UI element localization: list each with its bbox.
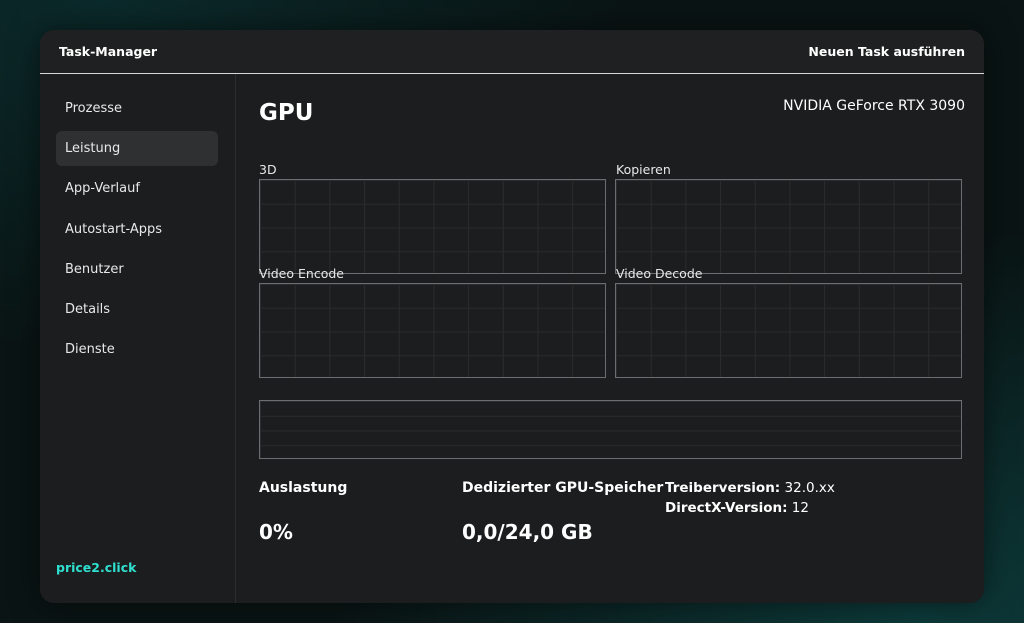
driver-version: Treiberversion: 32.0.xx [665,480,835,496]
graph-label-kopieren: Kopieren [616,162,671,177]
graph-label-3d: 3D [259,162,277,177]
page-title: GPU [259,100,314,126]
memory-value: 0,0/24,0 GB [462,520,593,544]
sidebar-item-app-verlauf[interactable]: App-Verlauf [56,171,218,206]
driver-version-value: 32.0.xx [780,480,835,496]
graph-kopieren [615,179,962,274]
sidebar-item-dienste[interactable]: Dienste [56,332,218,367]
graph-label-video-decode: Video Decode [616,266,703,281]
sidebar: Prozesse Leistung App-Verlauf Autostart-… [40,74,236,603]
performance-panel: GPU NVIDIA GeForce RTX 3090 3D Kopieren … [236,74,984,603]
utilization-value: 0% [259,520,293,544]
sidebar-item-leistung[interactable]: Leistung [56,131,218,166]
sidebar-item-details[interactable]: Details [56,292,218,327]
directx-version-value: 12 [787,500,809,516]
brand-label: price2.click [56,560,137,575]
utilization-label: Auslastung [259,480,348,496]
title-bar: Task-Manager Neuen Task ausführen [40,30,984,74]
sidebar-item-benutzer[interactable]: Benutzer [56,252,218,287]
sidebar-item-prozesse[interactable]: Prozesse [56,91,218,126]
gpu-model-name: NVIDIA GeForce RTX 3090 [783,98,965,114]
graph-video-encode [259,283,606,378]
graph-label-video-encode: Video Encode [259,266,344,281]
directx-version-key: DirectX-Version: [665,500,788,516]
memory-label: Dedizierter GPU-Speicher [462,480,664,496]
graph-3d [259,179,606,274]
directx-version: DirectX-Version: 12 [665,500,809,516]
graph-memory [259,400,962,459]
run-new-task-button[interactable]: Neuen Task ausführen [808,44,965,59]
app-title: Task-Manager [59,44,158,59]
graph-video-decode [615,283,962,378]
task-manager-window: Task-Manager Neuen Task ausführen Prozes… [40,30,984,603]
sidebar-item-autostart-apps[interactable]: Autostart-Apps [56,212,218,247]
driver-version-key: Treiberversion: [665,480,781,496]
